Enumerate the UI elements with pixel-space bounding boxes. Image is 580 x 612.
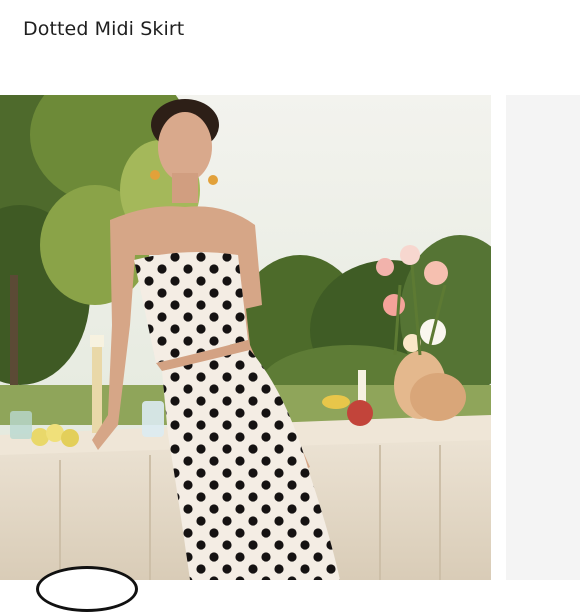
image-carousel[interactable] [0,95,580,580]
zoom-badge[interactable] [36,566,138,612]
product-image-next[interactable] [506,95,580,580]
product-photo [0,95,491,580]
page-title: Dotted Midi Skirt [23,18,185,40]
product-image-main[interactable] [0,95,491,580]
